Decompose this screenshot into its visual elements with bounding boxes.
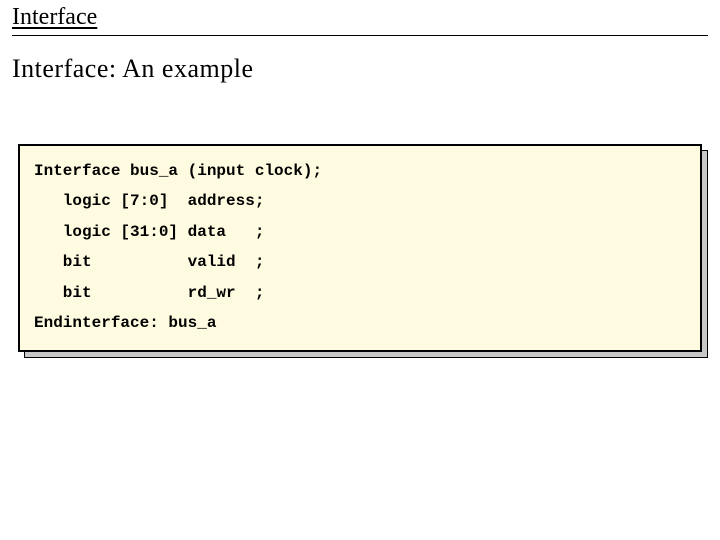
code-line: logic [7:0] address; bbox=[34, 192, 264, 210]
code-line: Interface bus_a (input clock); bbox=[34, 162, 322, 180]
slide-header: Interface bbox=[12, 4, 708, 33]
code-line: Endinterface: bus_a bbox=[34, 314, 216, 332]
code-line: logic [31:0] data ; bbox=[34, 223, 264, 241]
code-block: Interface bus_a (input clock); logic [7:… bbox=[18, 144, 702, 352]
title-region: Interface: An example bbox=[0, 36, 720, 84]
slide: Interface Interface: An example Interfac… bbox=[0, 0, 720, 540]
code-box: Interface bus_a (input clock); logic [7:… bbox=[18, 144, 702, 352]
header-region: Interface bbox=[0, 0, 720, 36]
code-line: bit valid ; bbox=[34, 253, 264, 271]
code-line: bit rd_wr ; bbox=[34, 284, 264, 302]
slide-title: Interface: An example bbox=[12, 54, 708, 84]
